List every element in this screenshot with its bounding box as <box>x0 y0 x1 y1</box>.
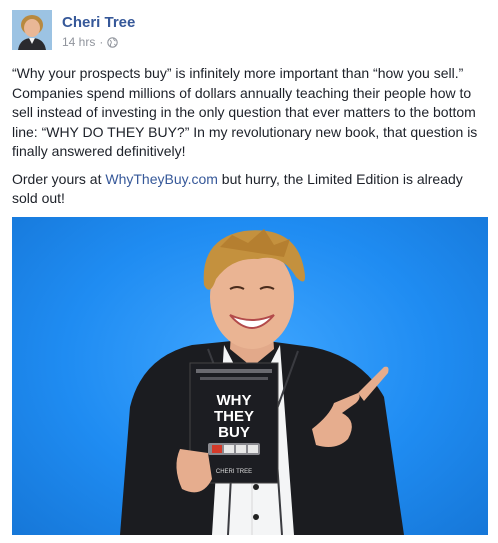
post-timestamp[interactable]: 14 hrs <box>62 35 95 49</box>
avatar[interactable] <box>12 10 52 50</box>
post-paragraph: “Why your prospects buy” is infinitely m… <box>12 65 478 159</box>
post-body: “Why your prospects buy” is infinitely m… <box>12 64 486 217</box>
author-name[interactable]: Cheri Tree <box>62 14 135 31</box>
facebook-post: Cheri Tree 14 hrs · “Why your prospects … <box>0 0 498 543</box>
book-title-line-1: WHY <box>217 392 252 409</box>
paragraph-text: Order yours at <box>12 170 106 187</box>
post-header: Cheri Tree 14 hrs · <box>12 10 486 54</box>
post-paragraph: Order yours at WhyTheyBuy.com but hurry,… <box>12 170 486 209</box>
book-title-line-2: THEY <box>214 408 254 425</box>
post-photo[interactable]: WHY THEY BUY CHERI TREE <box>12 217 488 535</box>
post-meta: 14 hrs · <box>62 35 119 49</box>
globe-icon[interactable] <box>107 36 119 48</box>
woman-holding-book-image: WHY THEY BUY CHERI TREE <box>120 229 404 535</box>
avatar-portrait-image <box>12 10 52 50</box>
meta-separator: · <box>99 35 104 49</box>
book-author: CHERI TREE <box>216 469 252 475</box>
website-link[interactable]: WhyTheyBuy.com <box>105 171 218 187</box>
book-title-line-3: BUY <box>218 424 250 441</box>
